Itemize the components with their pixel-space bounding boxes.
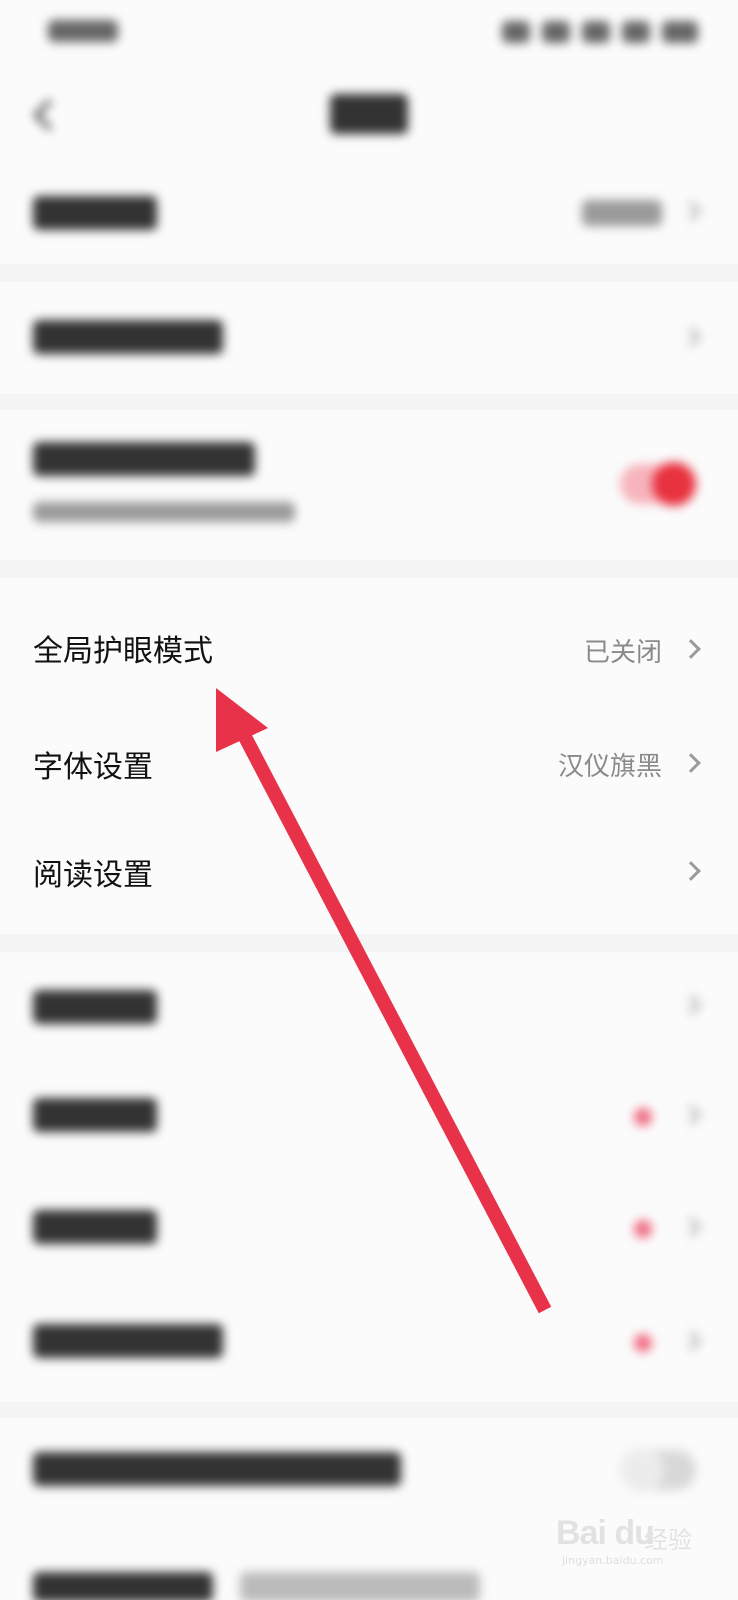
chevron-right-icon: [681, 753, 701, 773]
bluetooth-icon: [502, 21, 530, 43]
row-label-blurred: [33, 320, 223, 358]
settings-row-eye-protection[interactable]: 全局护眼模式 已关闭: [0, 578, 738, 702]
settings-row-font[interactable]: 字体设置 汉仪旗黑: [0, 702, 738, 812]
page-title: [330, 94, 408, 136]
wifi-icon: [582, 21, 610, 43]
settings-row-blurred[interactable]: [0, 1172, 738, 1284]
battery-icon: [662, 21, 698, 43]
row-label-blurred: [33, 990, 157, 1028]
settings-row-blurred[interactable]: [0, 160, 738, 264]
row-label-blurred: [33, 1452, 401, 1490]
app-header: [0, 72, 738, 160]
section-network: [0, 1418, 738, 1600]
section-display: 全局护眼模式 已关闭 字体设置 汉仪旗黑 阅读设置: [0, 578, 738, 934]
chevron-right-icon: [681, 201, 701, 221]
settings-row-blurred[interactable]: [0, 282, 738, 394]
chevron-right-icon: [681, 1331, 701, 1351]
status-icons: [498, 18, 698, 46]
chevron-right-icon: [681, 1217, 701, 1237]
row-label-blurred: [33, 1572, 213, 1600]
row-label-blurred: [33, 196, 157, 234]
reading-settings-label: 阅读设置: [33, 858, 153, 893]
status-time: [48, 20, 118, 44]
section-more: [0, 952, 738, 1402]
watermark-site: jingyan.baidu.com: [562, 1554, 664, 1567]
chevron-right-icon: [681, 639, 701, 659]
settings-row-toggle[interactable]: [0, 410, 738, 560]
font-settings-value: 汉仪旗黑: [557, 752, 662, 782]
row-label-blurred: [33, 1324, 223, 1362]
section-toggle: [0, 410, 738, 560]
status-bar: [0, 0, 738, 72]
settings-row-toggle-off[interactable]: [0, 1418, 738, 1522]
back-icon[interactable]: [28, 96, 58, 136]
chevron-right-icon: [681, 861, 701, 881]
row-value-blurred: [582, 200, 662, 230]
watermark-brand: Bai du: [556, 1514, 655, 1552]
notification-dot: [634, 1108, 652, 1126]
section-subscription: [0, 282, 738, 394]
row-input-blurred: [240, 1572, 480, 1600]
watermark-brand-cn: 经验: [644, 1526, 692, 1554]
chevron-right-icon: [681, 327, 701, 347]
settings-row-blurred[interactable]: [0, 1060, 738, 1172]
chevron-right-icon: [681, 995, 701, 1015]
eye-protection-label: 全局护眼模式: [33, 634, 213, 669]
row-label-blurred: [33, 442, 255, 480]
font-settings-label: 字体设置: [33, 750, 153, 785]
notification-dot: [634, 1334, 652, 1352]
row-subtitle-blurred: [33, 502, 295, 526]
row-label-blurred: [33, 1098, 157, 1136]
signal-icon: [622, 21, 650, 43]
chevron-right-icon: [681, 1105, 701, 1125]
section-push: [0, 160, 738, 264]
baidu-jingyan-watermark: Bai du 经验 jingyan.baidu.com: [552, 1514, 712, 1568]
toggle-switch-on[interactable]: [620, 462, 696, 506]
toggle-switch-off[interactable]: [620, 1448, 696, 1492]
settings-row-blurred[interactable]: [0, 1284, 738, 1402]
settings-row-reading[interactable]: 阅读设置: [0, 812, 738, 934]
settings-screen: 全局护眼模式 已关闭 字体设置 汉仪旗黑 阅读设置 Bai du 经验 jing…: [0, 0, 738, 1600]
settings-row-blurred[interactable]: [0, 952, 738, 1060]
vibrate-icon: [542, 21, 570, 43]
notification-dot: [634, 1220, 652, 1238]
eye-protection-value: 已关闭: [583, 638, 662, 668]
row-label-blurred: [33, 1210, 157, 1248]
